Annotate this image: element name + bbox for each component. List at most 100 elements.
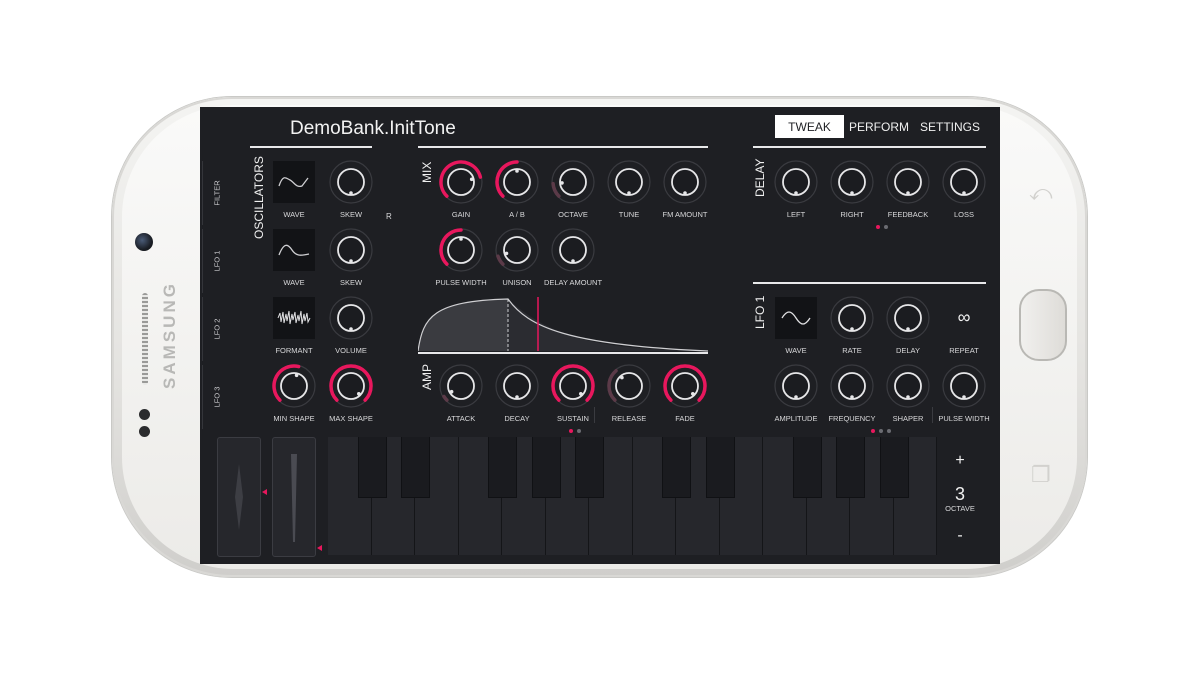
osc-volume-knob[interactable]	[328, 295, 374, 341]
mix-delay-amount-knob[interactable]	[550, 227, 596, 273]
lfo-page-dot-3[interactable]	[887, 429, 891, 433]
header-rule-mid	[418, 146, 708, 148]
lfo1-shaper-knob[interactable]	[885, 363, 931, 409]
mix-gain-knob[interactable]	[438, 159, 484, 205]
black-key[interactable]	[488, 437, 517, 498]
mod-wheel-graphic	[291, 454, 297, 542]
delay-page-dot[interactable]	[884, 225, 888, 229]
lfo1-repeat-infinity[interactable]: ∞	[941, 307, 987, 328]
light-sensor	[139, 426, 150, 437]
mix-pulse-width-knob[interactable]	[438, 227, 484, 273]
patch-name[interactable]: DemoBank.InitTone	[290, 118, 456, 140]
synth-screen: DemoBank.InitTone TWEAK PERFORM SETTINGS…	[200, 107, 1000, 564]
lfo1-rate-knob[interactable]	[829, 295, 875, 341]
octave-up-button[interactable]: +	[945, 452, 975, 470]
black-key[interactable]	[662, 437, 691, 498]
mix-octave-knob[interactable]	[550, 159, 596, 205]
osc2-skew-label: SKEW	[339, 278, 363, 287]
amp-release-knob[interactable]	[606, 363, 652, 409]
amp-separator	[594, 407, 595, 423]
min-shape-knob[interactable]	[271, 363, 317, 409]
osc1-wave-display[interactable]	[273, 161, 315, 203]
black-key[interactable]	[792, 437, 822, 498]
header-rule-right	[753, 146, 986, 148]
side-tab-lfo2[interactable]: LFO 2	[202, 297, 231, 361]
amp-fade-knob[interactable]	[662, 363, 708, 409]
amp-sustain-knob[interactable]	[550, 363, 596, 409]
lfo1-title: LFO 1	[753, 295, 767, 329]
lfo1-separator	[932, 407, 933, 423]
amp-fade-label: FADE	[675, 414, 695, 423]
delay-title: DELAY	[753, 158, 767, 197]
recent-apps-icon[interactable]: ❐	[1031, 462, 1051, 488]
black-key[interactable]	[836, 437, 865, 498]
lfo-page-dot-2[interactable]	[879, 429, 883, 433]
amp-decay-knob[interactable]	[494, 363, 540, 409]
pitch-wheel[interactable]	[217, 437, 261, 557]
lfo1-pulse-width-knob[interactable]	[941, 363, 987, 409]
octave-down-button[interactable]: -	[945, 527, 975, 545]
mix-unison-knob[interactable]	[494, 227, 540, 273]
amp-title: AMP	[420, 363, 434, 390]
pitch-wheel-graphic	[235, 464, 243, 530]
black-key[interactable]	[357, 437, 387, 498]
mix-fm-amount-knob[interactable]	[662, 159, 708, 205]
lfo1-amplitude-knob[interactable]	[773, 363, 819, 409]
mix-tune-knob[interactable]	[606, 159, 652, 205]
osc2-wave-icon	[278, 244, 310, 256]
black-key[interactable]	[531, 437, 561, 498]
brand-logo: SAMSUNG	[160, 281, 179, 389]
amp-attack-knob[interactable]	[438, 363, 484, 409]
delay-right-knob[interactable]	[829, 159, 875, 205]
header-rule-left	[250, 146, 372, 148]
osc1-wave-icon	[278, 177, 309, 188]
delay-left-knob[interactable]	[773, 159, 819, 205]
envelope-baseline	[418, 352, 708, 354]
tab-perform[interactable]: PERFORM	[847, 115, 911, 138]
earpiece-speaker	[142, 293, 148, 385]
mix-fm-amount-label: FM AMOUNT	[662, 210, 708, 219]
side-tab-lfo1[interactable]: LFO 1	[202, 229, 231, 293]
pitch-wheel-indicator	[262, 489, 267, 495]
side-tab-lfo3[interactable]: LFO 3	[202, 365, 231, 429]
lfo1-repeat-label: REPEAT	[949, 346, 979, 355]
mix-title: MIX	[420, 161, 434, 183]
black-key[interactable]	[879, 437, 909, 498]
osc2-wave-display[interactable]	[273, 229, 315, 271]
mod-wheel-indicator	[317, 545, 322, 551]
lfo-rule	[753, 282, 986, 284]
osc2-skew-knob[interactable]	[328, 227, 374, 273]
lfo-page-dot-active[interactable]	[871, 429, 875, 433]
black-key[interactable]	[575, 437, 604, 498]
black-key[interactable]	[705, 437, 735, 498]
black-key[interactable]	[401, 437, 430, 498]
max-shape-knob[interactable]	[328, 363, 374, 409]
lfo1-delay-knob[interactable]	[885, 295, 931, 341]
proximity-sensor	[139, 409, 150, 420]
back-icon[interactable]: ⤺	[1029, 180, 1053, 206]
amp-page-dot[interactable]	[577, 429, 581, 433]
mix-delay-amount-label: DELAY AMOUNT	[543, 278, 603, 287]
osc1-skew-label: SKEW	[339, 210, 363, 219]
lfo1-pulse-width-label: PULSE WIDTH	[938, 414, 990, 423]
delay-page-dot-active[interactable]	[876, 225, 880, 229]
amp-page-dot-active[interactable]	[569, 429, 573, 433]
mod-wheel[interactable]	[272, 437, 316, 557]
lfo1-frequency-knob[interactable]	[829, 363, 875, 409]
amp-envelope-display[interactable]	[418, 297, 708, 353]
home-button[interactable]	[1019, 289, 1067, 361]
lfo1-wave-display[interactable]	[775, 297, 817, 339]
max-shape-label: MAX SHAPE	[329, 414, 373, 423]
route-r-label[interactable]: R	[386, 212, 392, 221]
delay-feedback-knob[interactable]	[885, 159, 931, 205]
delay-loss-knob[interactable]	[941, 159, 987, 205]
tab-tweak[interactable]: TWEAK	[775, 115, 844, 138]
formant-display[interactable]	[273, 297, 315, 339]
oscillators-title: OSCILLATORS	[252, 156, 266, 239]
mix-ab-knob[interactable]	[494, 159, 540, 205]
tab-settings[interactable]: SETTINGS	[918, 115, 982, 138]
octave-value: 3	[954, 484, 965, 504]
osc-volume-label: VOLUME	[335, 346, 367, 355]
side-tab-filter[interactable]: FILTER	[202, 161, 231, 225]
osc1-skew-knob[interactable]	[328, 159, 374, 205]
